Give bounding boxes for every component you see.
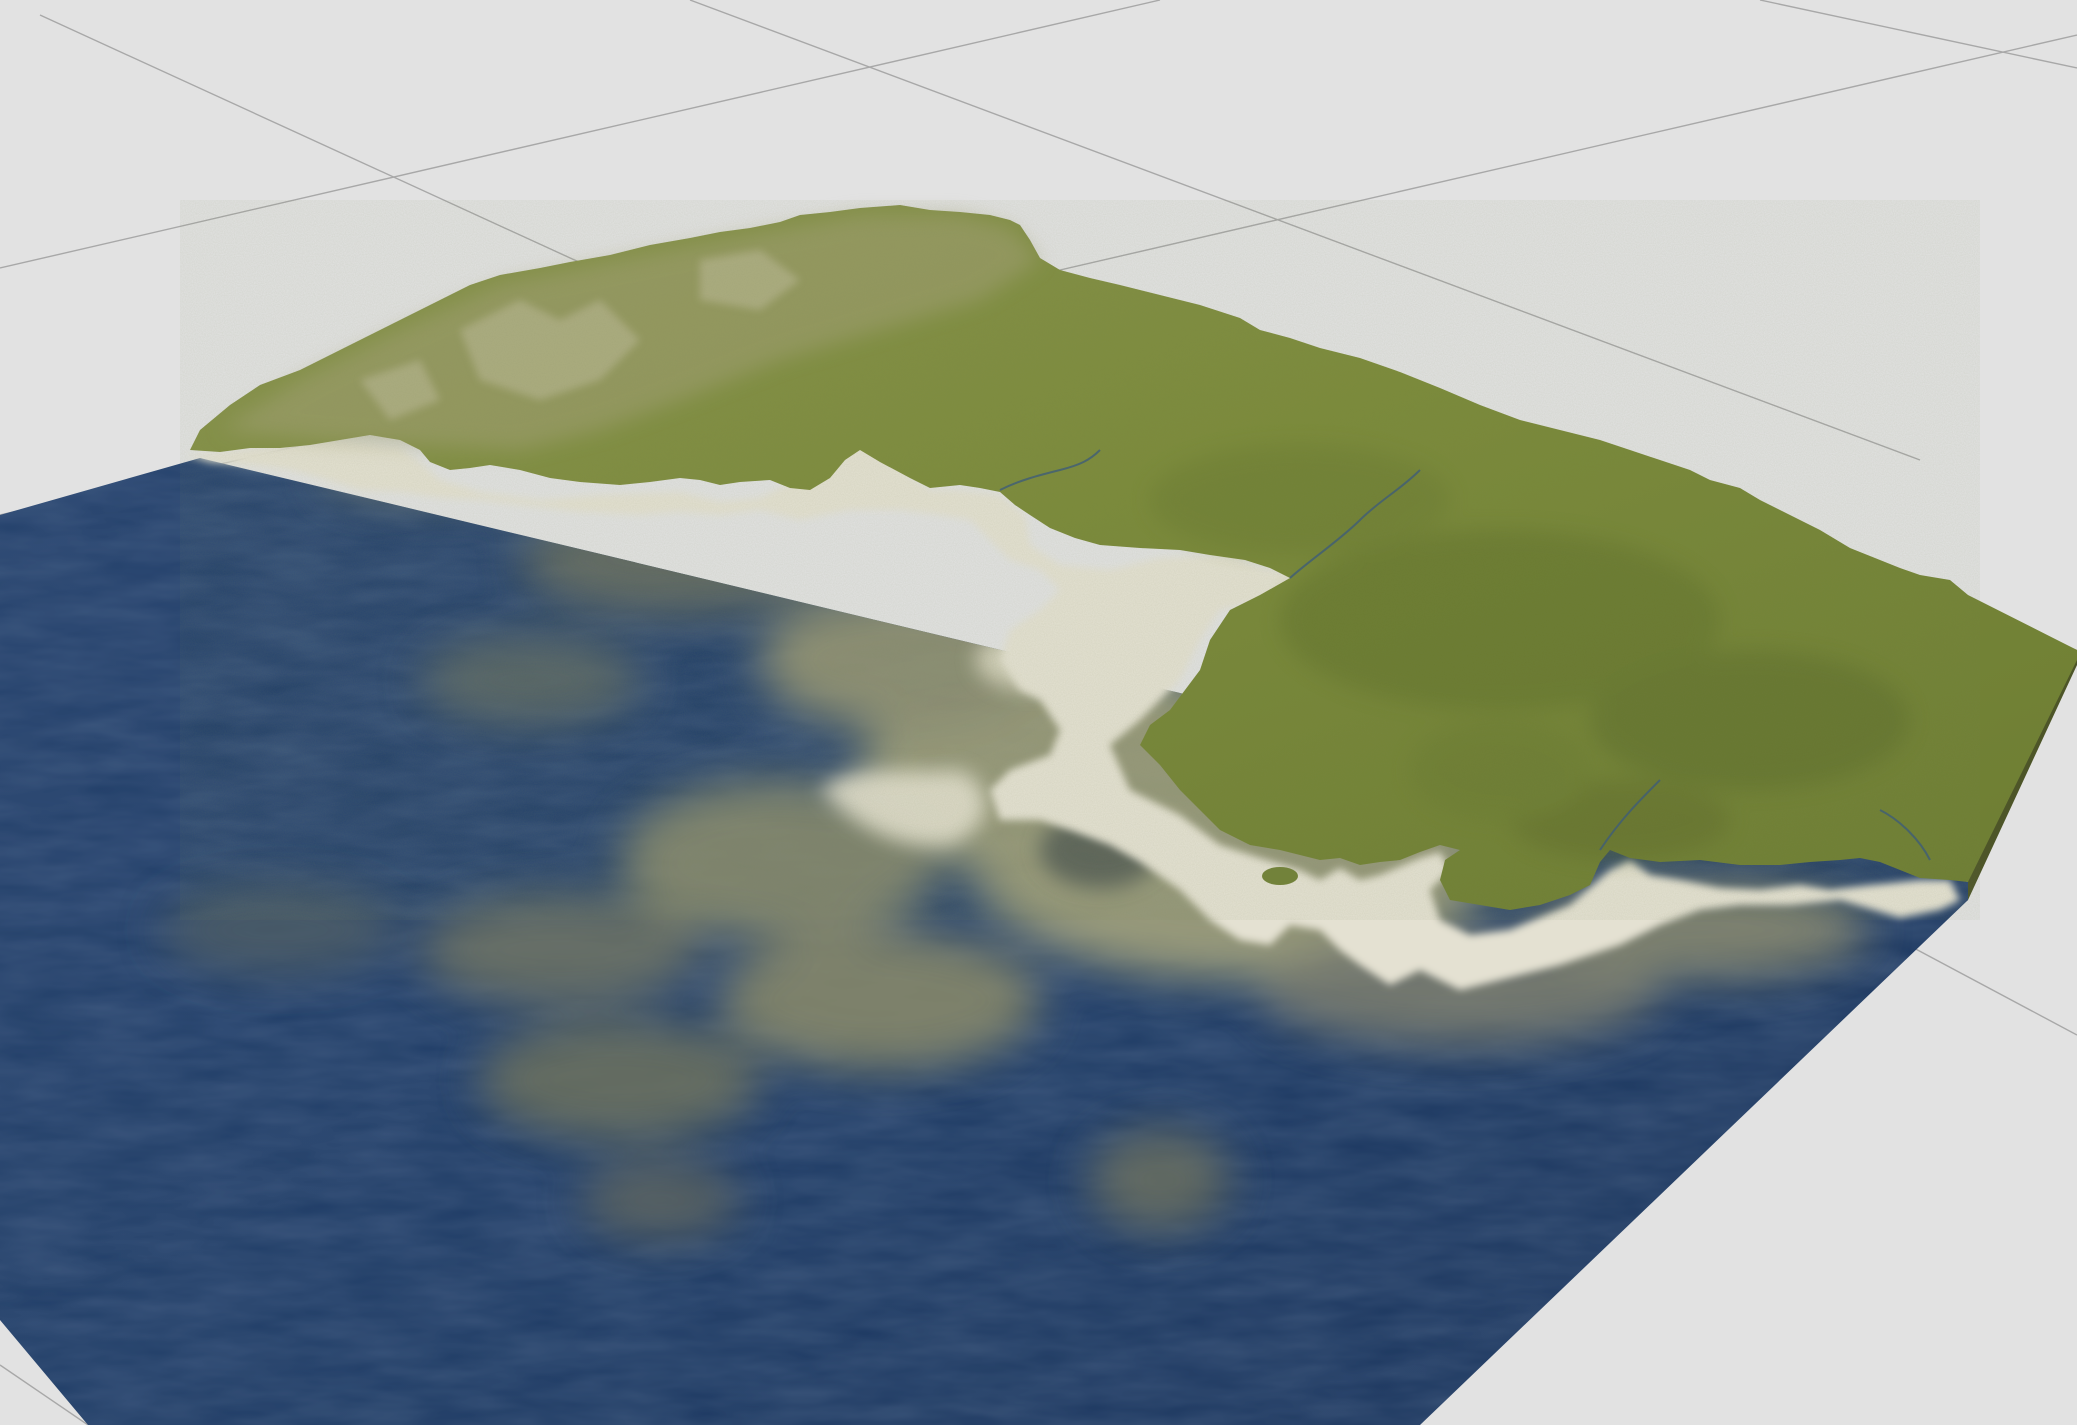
land-texture bbox=[180, 200, 1980, 920]
islet bbox=[1262, 867, 1298, 885]
3d-viewport[interactable] bbox=[0, 0, 2077, 1425]
terrain-scene[interactable] bbox=[0, 0, 2077, 1425]
land-mass bbox=[180, 200, 2077, 990]
